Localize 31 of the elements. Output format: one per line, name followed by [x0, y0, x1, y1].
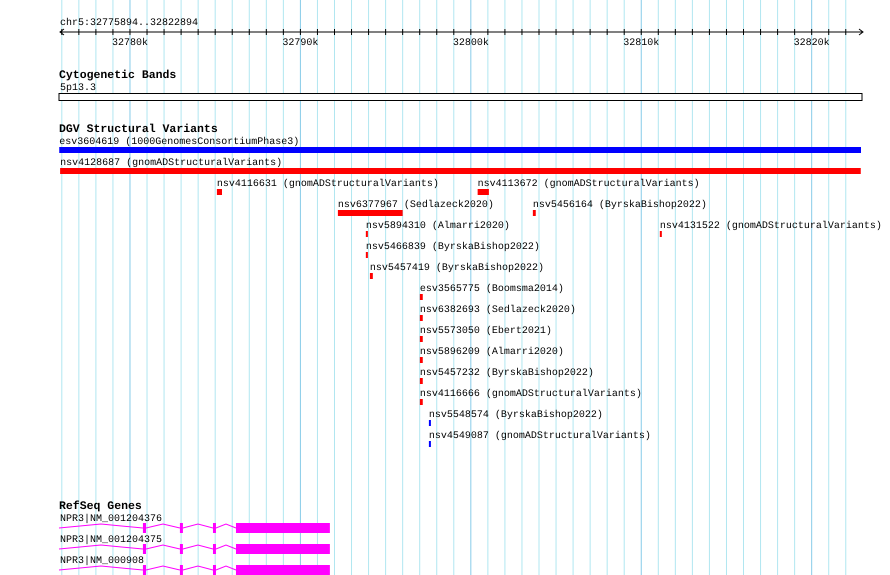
tick-label: 32780k	[112, 38, 148, 49]
variant-label: nsv5457232 (ByrskaBishop2022)	[420, 368, 594, 379]
tick-label: 32790k	[282, 38, 318, 49]
variant-label: nsv4549087 (gnomADStructuralVariants)	[428, 431, 651, 442]
variant-label: esv3604619 (1000GenomesConsortiumPhase3)	[59, 137, 300, 148]
variant-label: nsv4113672 (gnomADStructuralVariants)	[478, 179, 700, 190]
variant-label: nsv5466839 (ByrskaBishop2022)	[366, 242, 540, 253]
variant-label: nsv6382693 (Sedlazeck2020)	[420, 305, 576, 316]
variant-label: nsv5457419 (ByrskaBishop2022)	[370, 263, 544, 274]
variant-label: nsv5573050 (Ebert2021)	[420, 326, 552, 337]
band-label: 5p13.3	[60, 83, 96, 94]
tick-label: 32800k	[452, 38, 489, 49]
track-title: Cytogenetic Bands	[59, 69, 176, 82]
variant-label: nsv4131522 (gnomADStructuralVariants)	[660, 221, 882, 232]
transcript-label: NPR3|NM_001204375	[60, 535, 162, 546]
variant-label: nsv6377967 (Sedlazeck2020)	[338, 200, 494, 211]
variant-label: nsv5456164 (ByrskaBishop2022)	[532, 200, 707, 211]
location-label: chr5:32775894..32822894	[60, 18, 198, 29]
tick-label: 32810k	[623, 38, 660, 49]
transcript-label: NPR3|NM_000908	[60, 556, 144, 567]
variant-label: nsv5548574 (ByrskaBishop2022)	[428, 410, 603, 421]
track-title: DGV Structural Variants	[59, 123, 218, 136]
variant-label: nsv4128687 (gnomADStructuralVariants)	[60, 158, 282, 169]
variant-label: esv3565775 (Boomsma2014)	[420, 284, 564, 295]
variant-label: nsv5894310 (Almarri2020)	[366, 221, 510, 232]
tick-label: 32820k	[794, 38, 830, 49]
transcript-label: NPR3|NM_001204376	[60, 514, 162, 525]
variant-label: nsv4116631 (gnomADStructuralVariants)	[216, 179, 439, 190]
track-title: RefSeq Genes	[59, 500, 142, 513]
variant-label: nsv5896209 (Almarri2020)	[420, 347, 564, 358]
variant-label: nsv4116666 (gnomADStructuralVariants)	[420, 389, 642, 400]
